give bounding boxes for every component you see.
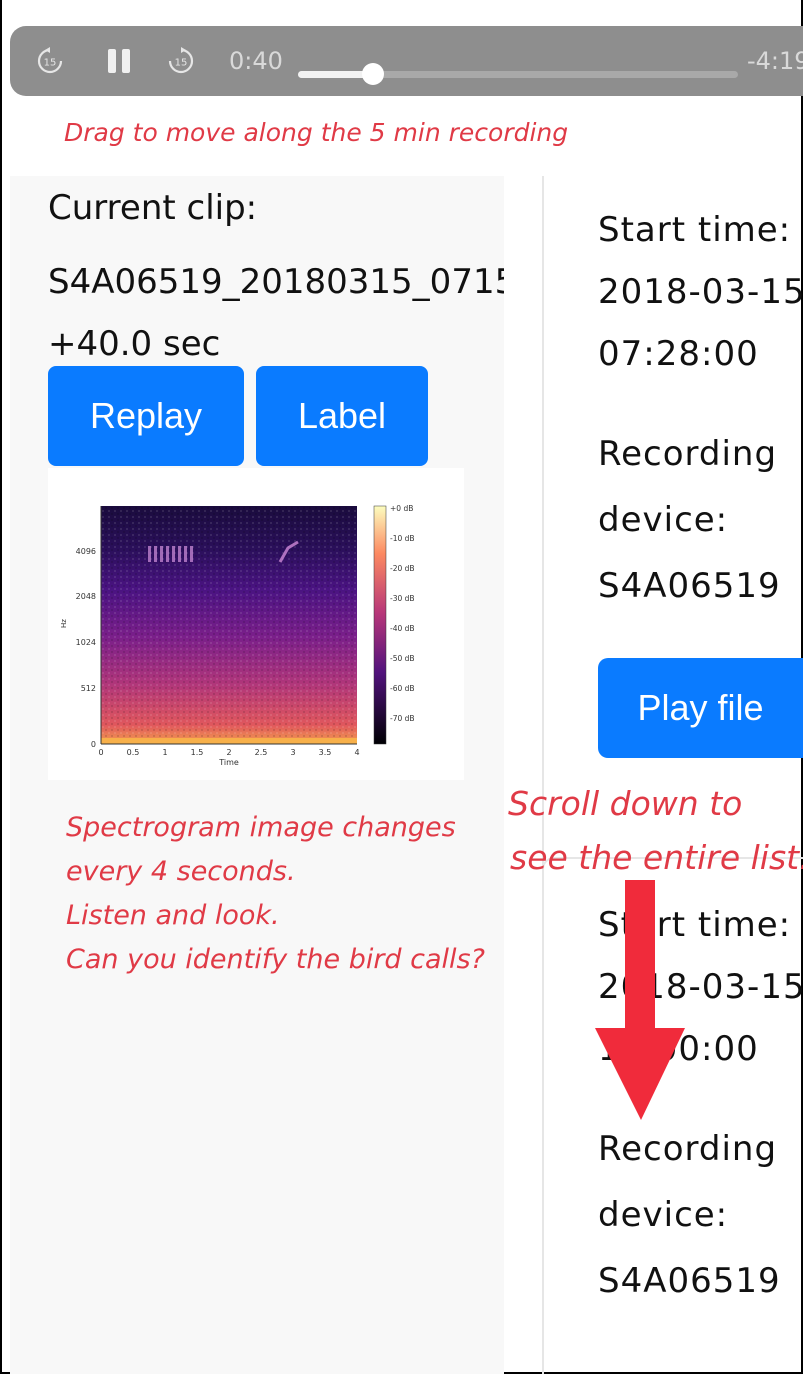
current-clip-panel: Current clip: S4A06519_20180315_07150 +4… [10, 176, 504, 1374]
x-tick: 3.5 [319, 748, 332, 757]
x-tick: 2.5 [255, 748, 268, 757]
recording-1-device-label-2: device: [598, 500, 729, 540]
recording-1-device-label: Recording [598, 434, 778, 474]
scroll-annotation-line-1: Scroll down to [508, 784, 743, 823]
seek-slider[interactable] [298, 63, 738, 85]
colorbar-tick: -50 dB [390, 654, 415, 663]
x-tick: 0.5 [127, 748, 140, 757]
colorbar [373, 505, 387, 745]
colorbar-tick: -20 dB [390, 564, 415, 573]
recording-1-start-date: 2018-03-15 [598, 272, 803, 312]
svg-text:15: 15 [44, 58, 57, 69]
audio-player: 15 15 0:40 -4:19 [10, 26, 803, 96]
x-tick: 4 [354, 748, 359, 757]
clip-offset: +40.0 sec [48, 324, 221, 364]
colorbar-tick: -30 dB [390, 594, 415, 603]
x-tick: 1.5 [191, 748, 204, 757]
scroll-down-arrow-icon [595, 880, 685, 1120]
pause-button[interactable] [104, 44, 134, 78]
replay-button[interactable]: Replay [48, 366, 244, 466]
x-tick: 1 [162, 748, 167, 757]
colorbar-tick: -10 dB [390, 534, 415, 543]
colorbar-tick: -40 dB [390, 624, 415, 633]
drag-annotation: Drag to move along the 5 min recording [64, 118, 569, 147]
x-tick: 3 [290, 748, 295, 757]
spectrogram-image: 4096 2048 1024 512 0 Hz 0 0.5 1 1.5 2 2.… [48, 468, 464, 780]
svg-text:15: 15 [175, 58, 188, 69]
scroll-annotation-line-2: see the entire list. [510, 838, 803, 877]
clip-name: S4A06519_20180315_07150 [48, 262, 504, 302]
x-axis-label: Time [218, 758, 239, 767]
colorbar-tick: -60 dB [390, 684, 415, 693]
spectrogram-annotation: Spectrogram image changes every 4 second… [66, 812, 485, 975]
recording-1-start-time: 07:28:00 [598, 334, 759, 374]
recording-2-device: S4A06519 [598, 1261, 781, 1301]
skip-back-15-button[interactable]: 15 [34, 44, 66, 78]
recording-1-device: S4A06519 [598, 566, 781, 606]
skip-back-icon: 15 [37, 47, 63, 74]
colorbar-tick: -70 dB [390, 714, 415, 723]
y-axis-label: Hz [60, 619, 68, 628]
y-tick: 2048 [76, 592, 96, 601]
y-tick: 1024 [76, 638, 96, 647]
y-tick: 512 [81, 684, 96, 693]
label-button[interactable]: Label [256, 366, 428, 466]
y-tick: 0 [91, 740, 96, 749]
y-tick: 4096 [76, 547, 96, 556]
clip-title: Current clip: [48, 188, 258, 228]
x-tick: 2 [226, 748, 231, 757]
pause-icon [108, 49, 116, 73]
recording-2-device-label-2: device: [598, 1195, 729, 1235]
elapsed-time: 0:40 [229, 47, 283, 75]
x-tick: 0 [98, 748, 103, 757]
skip-forward-15-button[interactable]: 15 [165, 44, 197, 78]
seek-knob[interactable] [361, 63, 384, 85]
recording-1-start-label: Start time: [598, 210, 792, 250]
skip-forward-icon: 15 [168, 47, 194, 74]
remaining-time: -4:19 [747, 47, 803, 75]
play-file-button[interactable]: Play file [598, 658, 803, 758]
colorbar-tick: +0 dB [390, 504, 413, 513]
